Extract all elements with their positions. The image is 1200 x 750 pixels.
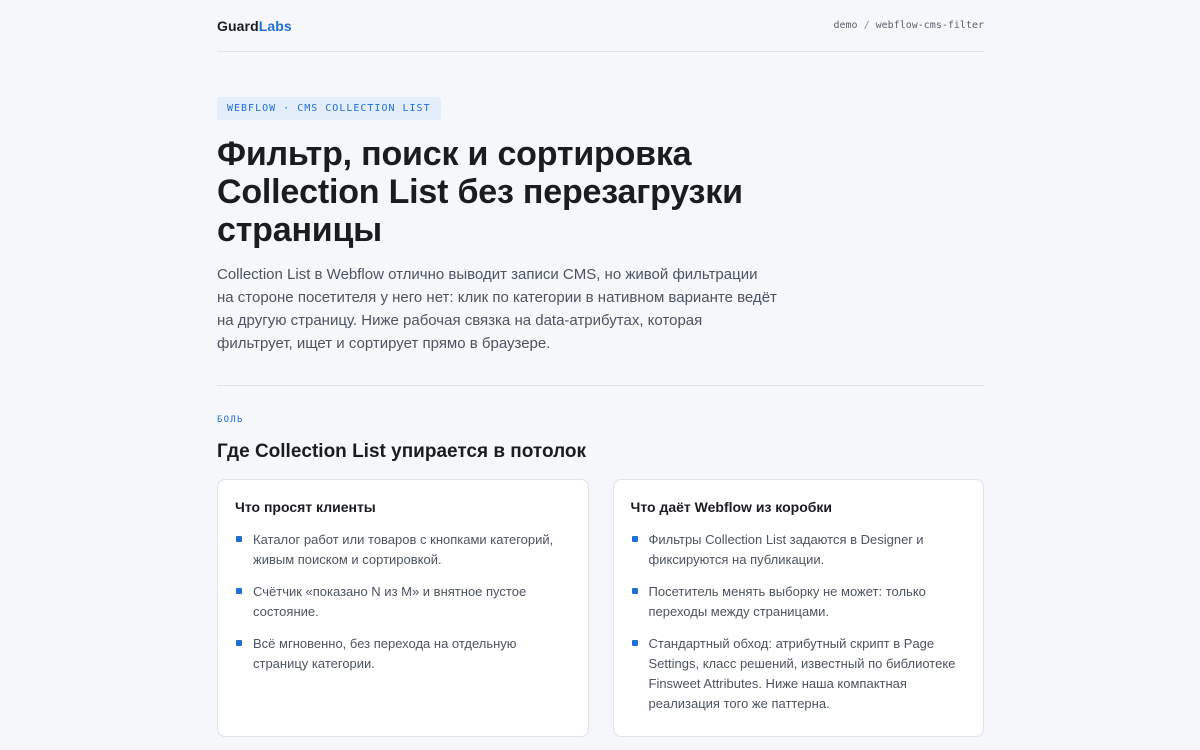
logo[interactable]: GuardLabs <box>217 18 292 34</box>
bullet-square-icon <box>236 536 242 542</box>
list-item-text: Каталог работ или товаров с кнопками кат… <box>253 532 554 567</box>
list-item-text: Посетитель менять выборку не может: толь… <box>648 584 926 619</box>
list-item: Всё мгновенно, без перехода на отдельную… <box>235 634 571 674</box>
lead-paragraph: Collection List в Webflow отлично выводи… <box>217 266 777 352</box>
logo-text-labs: Labs <box>258 17 292 34</box>
logo-text-guard: Guard <box>217 17 259 34</box>
page-title: Фильтр, поиск и сортировка Collection Li… <box>217 135 743 249</box>
bullet-square-icon <box>631 588 638 594</box>
list-item: Фильтры Collection List задаются в Desig… <box>631 530 967 570</box>
page: GuardLabs demo / webflow-cms-filter WEBFLO… <box>217 0 984 737</box>
bullet-square-icon <box>236 588 242 594</box>
hero-section: WEBFLOW · CMS COLLECTION LIST Фильтр, по… <box>217 52 984 355</box>
section-title: Где Collection List упирается в потолок <box>217 441 587 462</box>
card-title: Что даёт Webflow из коробки <box>630 499 833 515</box>
category-tag: WEBFLOW · CMS COLLECTION LIST <box>217 97 441 120</box>
breadcrumb-separator: / <box>863 20 870 31</box>
list-item-text: Стандартный обход: атрибутный скрипт в P… <box>648 636 956 711</box>
list-item-text: Фильтры Collection List задаются в Desig… <box>648 532 924 567</box>
card-title: Что просят клиенты <box>235 499 376 515</box>
list-item: Посетитель менять выборку не может: толь… <box>631 582 967 622</box>
breadcrumb: demo / webflow-cms-filter <box>834 20 985 31</box>
card-list: Фильтры Collection List задаются в Desig… <box>631 530 967 714</box>
bullet-square-icon <box>631 536 638 542</box>
bullet-square-icon <box>236 640 242 646</box>
list-item-text: Счётчик «показано N из M» и внятное пуст… <box>253 584 527 619</box>
breadcrumb-item-current: webflow-cms-filter <box>875 20 984 31</box>
card-webflow-default: Что даёт Webflow из коробки Фильтры Coll… <box>612 479 984 737</box>
bullet-square-icon <box>631 640 638 646</box>
cards-row: Что просят клиенты Каталог работ или тов… <box>217 479 984 737</box>
site-header: GuardLabs demo / webflow-cms-filter <box>217 0 984 52</box>
card-client-requests: Что просят клиенты Каталог работ или тов… <box>217 479 589 737</box>
list-item: Каталог работ или товаров с кнопками кат… <box>235 530 571 570</box>
list-item-text: Всё мгновенно, без перехода на отдельную… <box>253 636 517 671</box>
card-list: Каталог работ или товаров с кнопками кат… <box>235 530 571 674</box>
section-divider <box>217 385 984 386</box>
pain-section: БОЛЬ Где Collection List упирается в пот… <box>217 415 984 737</box>
list-item: Стандартный обход: атрибутный скрипт в P… <box>631 634 967 714</box>
list-item: Счётчик «показано N из M» и внятное пуст… <box>235 582 571 622</box>
section-kicker: БОЛЬ <box>217 415 244 425</box>
breadcrumb-item-demo[interactable]: demo <box>834 20 858 31</box>
